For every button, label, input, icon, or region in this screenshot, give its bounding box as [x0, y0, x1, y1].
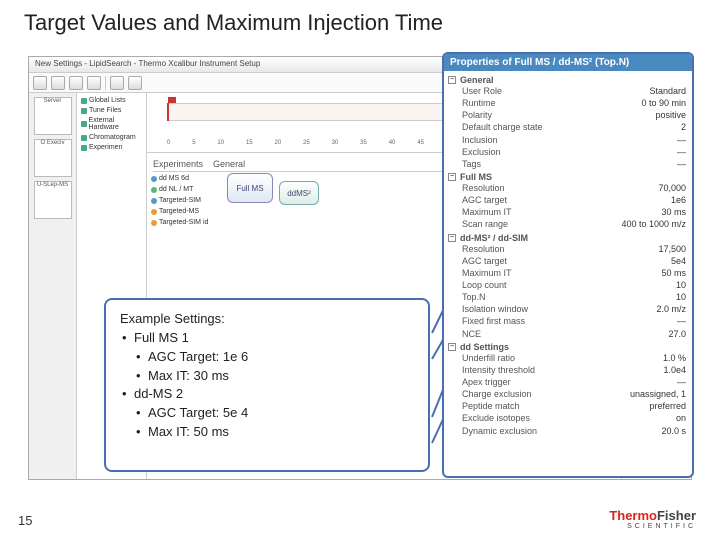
property-row[interactable]: Resolution70,000 — [448, 182, 688, 194]
device-thumb[interactable]: Server — [34, 97, 72, 135]
section-header[interactable]: −dd Settings — [448, 342, 688, 352]
property-row[interactable]: AGC target1e6 — [448, 194, 688, 206]
property-row[interactable]: Fixed first mass— — [448, 315, 688, 327]
property-row[interactable]: NCE27.0 — [448, 328, 688, 340]
collapse-icon[interactable]: − — [448, 76, 456, 84]
toolbar-icon[interactable] — [87, 76, 101, 90]
property-row[interactable]: Exclude isotopeson — [448, 412, 688, 424]
property-row[interactable]: Apex trigger— — [448, 376, 688, 388]
example-line: AGC Target: 5e 4 — [120, 404, 414, 423]
example-line: Max IT: 50 ms — [120, 423, 414, 442]
property-row[interactable]: Charge exclusionunassigned, 1 — [448, 388, 688, 400]
experiment-item[interactable]: Targeted-SIM — [151, 197, 213, 204]
workflow-node-ddms2[interactable]: ddMS² — [279, 181, 319, 205]
property-row[interactable]: AGC target5e4 — [448, 255, 688, 267]
section-header[interactable]: −General — [448, 75, 688, 85]
tree-item[interactable]: Tune Files — [81, 107, 142, 114]
device-thumb[interactable]: U-SLep-MS — [34, 181, 72, 219]
device-column: Server O Execiv U-SLep-MS — [29, 93, 77, 479]
device-thumb[interactable]: O Execiv — [34, 139, 72, 177]
tree-item[interactable]: External Hardware — [81, 117, 142, 131]
workflow-node-fullms[interactable]: Full MS — [227, 173, 273, 203]
example-settings-callout: Example Settings: Full MS 1 AGC Target: … — [104, 298, 430, 472]
property-row[interactable]: Intensity threshold1.0e4 — [448, 364, 688, 376]
page-number: 15 — [18, 513, 32, 528]
tree-item[interactable]: Experimen — [81, 144, 142, 151]
window-title: New Settings - LipidSearch - Thermo Xcal… — [35, 59, 260, 70]
workflow: Full MS ddMS² — [227, 171, 319, 205]
flag-icon[interactable] — [167, 103, 169, 121]
slide-title: Target Values and Maximum Injection Time — [24, 10, 443, 36]
toolbar-icon[interactable] — [128, 76, 142, 90]
section-header[interactable]: −Full MS — [448, 172, 688, 182]
example-line: dd-MS 2 — [120, 385, 414, 404]
experiment-item[interactable]: Targeted-SIM id — [151, 219, 213, 226]
property-row[interactable]: Runtime0 to 90 min — [448, 97, 688, 109]
property-row[interactable]: Default charge state2 — [448, 121, 688, 133]
property-row[interactable]: Peptide matchpreferred — [448, 400, 688, 412]
tree-item[interactable]: Chromatogram — [81, 134, 142, 141]
property-row[interactable]: User RoleStandard — [448, 85, 688, 97]
property-row[interactable]: Top.N10 — [448, 291, 688, 303]
section-header[interactable]: −dd-MS² / dd-SIM — [448, 233, 688, 243]
collapse-icon[interactable]: − — [448, 173, 456, 181]
property-row[interactable]: Tags— — [448, 158, 688, 170]
property-row[interactable]: Polaritypositive — [448, 109, 688, 121]
property-row[interactable]: Scan range400 to 1000 m/z — [448, 218, 688, 230]
properties-panel: Properties of Full MS / dd-MS² (Top.N) −… — [442, 52, 694, 478]
experiment-item[interactable]: dd MS 6d — [151, 175, 213, 182]
thermo-fisher-logo: ThermoFisher SCIENTIFIC — [609, 508, 696, 530]
toolbar-icon[interactable] — [69, 76, 83, 90]
collapse-icon[interactable]: − — [448, 234, 456, 242]
property-row[interactable]: Exclusion— — [448, 146, 688, 158]
experiment-item[interactable]: Targeted-MS — [151, 208, 213, 215]
example-line: Full MS 1 — [120, 329, 414, 348]
property-row[interactable]: Loop count10 — [448, 279, 688, 291]
tree-item[interactable]: Global Lists — [81, 97, 142, 104]
toolbar-icon[interactable] — [51, 76, 65, 90]
property-row[interactable]: Underfill ratio1.0 % — [448, 352, 688, 364]
properties-title: Properties of Full MS / dd-MS² (Top.N) — [444, 54, 692, 71]
toolbar-icon[interactable] — [110, 76, 124, 90]
toolbar-icon[interactable] — [33, 76, 47, 90]
example-line: Max IT: 30 ms — [120, 367, 414, 386]
property-row[interactable]: Dynamic exclusion20.0 s — [448, 425, 688, 437]
property-row[interactable]: Maximum IT30 ms — [448, 206, 688, 218]
property-row[interactable]: Isolation window2.0 m/z — [448, 303, 688, 315]
collapse-icon[interactable]: − — [448, 343, 456, 351]
experiment-item[interactable]: dd NL / MT — [151, 186, 213, 193]
property-row[interactable]: Resolution17,500 — [448, 243, 688, 255]
property-row[interactable]: Inclusion— — [448, 134, 688, 146]
example-header: Example Settings: — [120, 310, 414, 329]
example-line: AGC Target: 1e 6 — [120, 348, 414, 367]
property-row[interactable]: Maximum IT50 ms — [448, 267, 688, 279]
